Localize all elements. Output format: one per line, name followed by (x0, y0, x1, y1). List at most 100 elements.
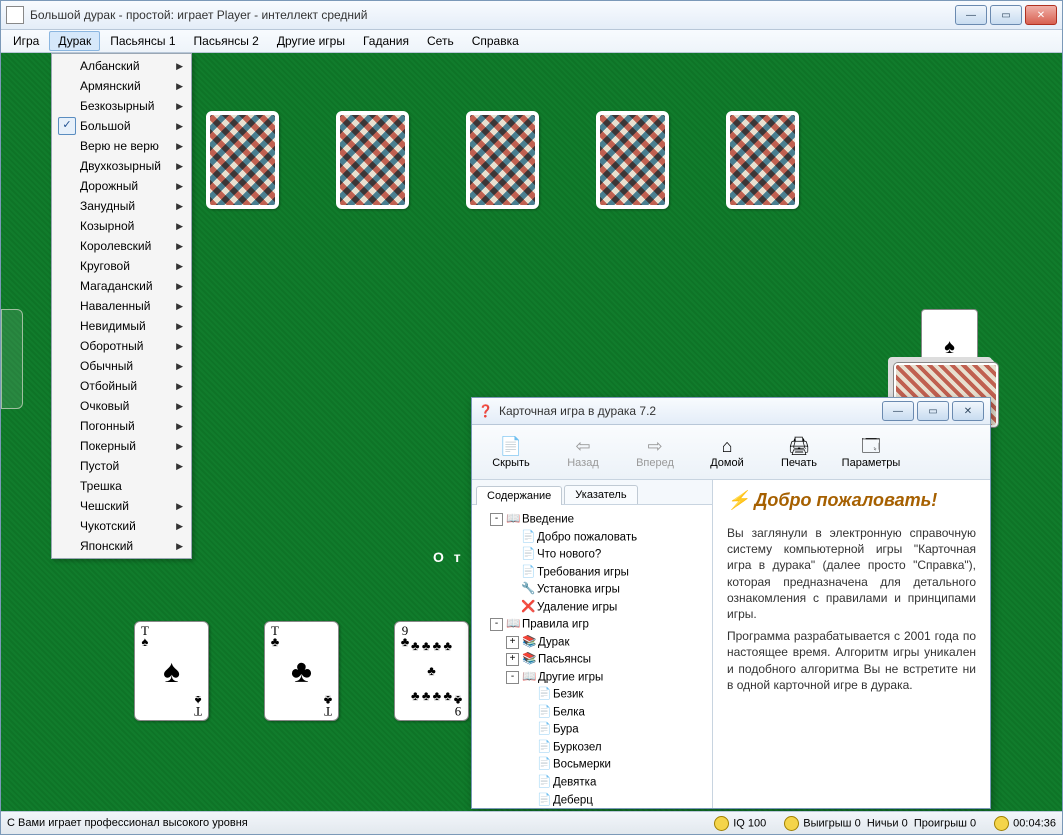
dd-label: Круговой (80, 259, 130, 273)
tree-node[interactable]: 📄Девятка (476, 774, 708, 792)
help-tool-Скрыть[interactable]: 📄Скрыть (478, 433, 544, 471)
tree-node[interactable]: 📄Безик (476, 686, 708, 704)
dd-item[interactable]: Очковый▶ (54, 396, 189, 416)
help-tree[interactable]: -📖Введение📄Добро пожаловать📄Что нового?📄… (472, 505, 712, 808)
node-label: Другие игры (538, 671, 603, 683)
dd-item[interactable]: Занудный▶ (54, 196, 189, 216)
tree-node[interactable]: 📄Требования игры (476, 564, 708, 582)
help-titlebar[interactable]: Карточная игра в дурака 7.2 — ▭ ✕ (472, 398, 990, 425)
tree-node[interactable]: 📄Буркозел (476, 739, 708, 757)
player-card[interactable]: Т♠ Т♠ ♠ (134, 621, 209, 721)
dd-item[interactable]: ✓Большой▶ (54, 116, 189, 136)
node-icon: 📄 (537, 686, 551, 703)
tree-node[interactable]: 📄Бура (476, 721, 708, 739)
help-title: Карточная игра в дурака 7.2 (478, 404, 882, 418)
dd-label: Верю не верю (80, 139, 159, 153)
dd-item[interactable]: Трешка (54, 476, 189, 496)
menu-Справка[interactable]: Справка (464, 32, 527, 50)
dd-item[interactable]: Чукотский▶ (54, 516, 189, 536)
menu-Гадания[interactable]: Гадания (355, 32, 417, 50)
help-tool-Вперед: ⇨Вперед (622, 433, 688, 471)
dd-item[interactable]: Безкозырный▶ (54, 96, 189, 116)
help-tool-Параметры[interactable]: 🗔Параметры (838, 433, 904, 471)
dd-item[interactable]: Японский▶ (54, 536, 189, 556)
titlebar[interactable]: Большой дурак - простой: играет Player -… (1, 1, 1062, 30)
tree-node[interactable]: 🔧Установка игры (476, 581, 708, 599)
dd-item[interactable]: Чешский▶ (54, 496, 189, 516)
dd-label: Трешка (80, 479, 122, 493)
maximize-button[interactable]: ▭ (990, 5, 1022, 25)
dd-item[interactable]: Круговой▶ (54, 256, 189, 276)
window-title: Большой дурак - простой: играет Player -… (30, 8, 955, 22)
tree-node[interactable]: -📖Правила игр (476, 616, 708, 634)
minimize-button[interactable]: — (955, 5, 987, 25)
expand-icon[interactable]: + (506, 653, 519, 666)
tree-node[interactable]: 📄Добро пожаловать (476, 529, 708, 547)
dd-item[interactable]: Козырной▶ (54, 216, 189, 236)
player-card[interactable]: Т♣ Т♣ ♣ (264, 621, 339, 721)
submenu-arrow-icon: ▶ (176, 341, 183, 352)
durak-dropdown: Албанский▶Армянский▶Безкозырный▶✓Большой… (51, 53, 192, 559)
dd-item[interactable]: Наваленный▶ (54, 296, 189, 316)
help-minimize-button[interactable]: — (882, 401, 914, 421)
game-table[interactable]: ♠ О т б Т♠ Т♠ ♠ Т♣ Т♣ ♣ 9♣ 9♣ ♣♣♣♣♣♣♣♣♣ … (1, 53, 1062, 811)
node-label: Установка игры (537, 584, 620, 596)
help-tool-Печать[interactable]: 🖨Печать (766, 433, 832, 471)
node-label: Восьмерки (553, 759, 611, 771)
tree-node[interactable]: +📚Дурак (476, 634, 708, 652)
dd-item[interactable]: Обычный▶ (54, 356, 189, 376)
tree-node[interactable]: 📄Деберц (476, 792, 708, 809)
help-close-button[interactable]: ✕ (952, 401, 984, 421)
expand-icon[interactable]: - (506, 671, 519, 684)
submenu-arrow-icon: ▶ (176, 361, 183, 372)
menu-Другие игры[interactable]: Другие игры (269, 32, 353, 50)
menu-Сеть[interactable]: Сеть (419, 32, 462, 50)
main-window: Большой дурак - простой: играет Player -… (0, 0, 1063, 835)
dd-item[interactable]: Албанский▶ (54, 56, 189, 76)
dd-label: Пустой (80, 459, 119, 473)
help-tool-Домой[interactable]: ⌂Домой (694, 433, 760, 471)
help-content[interactable]: Добро пожаловать! Вы заглянули в электро… (713, 480, 990, 808)
tree-node[interactable]: +📚Пасьянсы (476, 651, 708, 669)
node-label: Белка (553, 706, 585, 718)
tree-node[interactable]: 📄Восьмерки (476, 756, 708, 774)
help-maximize-button[interactable]: ▭ (917, 401, 949, 421)
dd-item[interactable]: Двухкозырный▶ (54, 156, 189, 176)
expand-icon[interactable]: - (490, 618, 503, 631)
menu-Пасьянсы 1[interactable]: Пасьянсы 1 (102, 32, 183, 50)
dd-item[interactable]: Пустой▶ (54, 456, 189, 476)
node-icon: 📖 (506, 616, 520, 633)
dd-item[interactable]: Дорожный▶ (54, 176, 189, 196)
tree-node[interactable]: 📄Что нового? (476, 546, 708, 564)
tree-node[interactable]: 📄Белка (476, 704, 708, 722)
tree-node[interactable]: ❌Удаление игры (476, 599, 708, 617)
menu-Дурак[interactable]: Дурак (49, 31, 100, 51)
submenu-arrow-icon: ▶ (176, 61, 183, 72)
dd-label: Покерный (80, 439, 136, 453)
menu-Пасьянсы 2[interactable]: Пасьянсы 2 (186, 32, 267, 50)
tree-node[interactable]: -📖Другие игры (476, 669, 708, 687)
dd-item[interactable]: Королевский▶ (54, 236, 189, 256)
close-button[interactable]: ✕ (1025, 5, 1057, 25)
dd-item[interactable]: Погонный▶ (54, 416, 189, 436)
node-label: Что нового? (537, 549, 601, 561)
dd-item[interactable]: Отбойный▶ (54, 376, 189, 396)
dd-item[interactable]: Верю не верю▶ (54, 136, 189, 156)
dd-label: Очковый (80, 399, 129, 413)
dd-item[interactable]: Магаданский▶ (54, 276, 189, 296)
opponent-card (596, 111, 669, 209)
statusbar: С Вами играет профессионал высокого уров… (1, 811, 1062, 834)
expand-icon[interactable]: + (506, 636, 519, 649)
expand-icon[interactable]: - (490, 513, 503, 526)
dd-item[interactable]: Армянский▶ (54, 76, 189, 96)
dd-item[interactable]: Оборотный▶ (54, 336, 189, 356)
dd-item[interactable]: Невидимый▶ (54, 316, 189, 336)
tab-contents[interactable]: Содержание (476, 486, 562, 505)
node-icon: ❌ (521, 599, 535, 616)
tree-node[interactable]: -📖Введение (476, 511, 708, 529)
dd-item[interactable]: Покерный▶ (54, 436, 189, 456)
tool-label: Печать (781, 457, 817, 469)
tab-index[interactable]: Указатель (564, 485, 637, 504)
menu-Игра[interactable]: Игра (5, 32, 47, 50)
player-card[interactable]: 9♣ 9♣ ♣♣♣♣♣♣♣♣♣ (394, 621, 469, 721)
